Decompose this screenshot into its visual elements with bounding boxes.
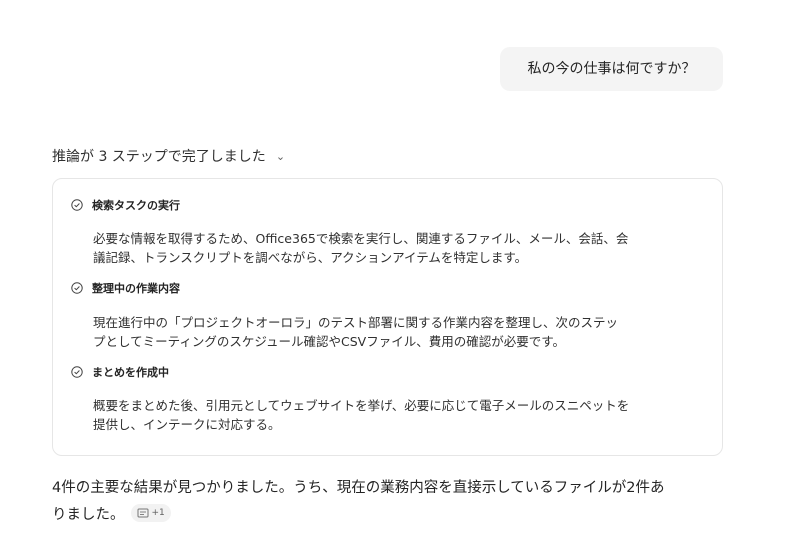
user-message-bubble: 私の今の仕事は何ですか？ — [500, 47, 723, 91]
assistant-response: 4件の主要な結果が見つかりました。うち、現在の業務内容を直接示しているファイルが… — [52, 475, 742, 529]
step-1-description: 必要な情報を取得するため、Office365で検索を実行し、関連するファイル、メ… — [93, 231, 629, 265]
citation-chip[interactable]: +1 — [130, 504, 171, 522]
response-line-1: 4件の主要な結果が見つかりました。うち、現在の業務内容を直接示しているファイルが… — [52, 480, 665, 496]
step-2-title: 整理中の作業内容 — [71, 280, 180, 296]
check-circle-icon — [71, 199, 83, 211]
check-circle-icon — [71, 282, 83, 294]
reasoning-toggle[interactable]: 推論が 3 ステップで完了しました ⌄ — [52, 144, 285, 168]
reasoning-summary: 推論が 3 ステップで完了しました — [52, 149, 266, 165]
document-icon — [137, 508, 148, 518]
check-circle-icon — [71, 366, 83, 378]
user-message-text: 私の今の仕事は何ですか？ — [527, 61, 696, 77]
step-3-title: まとめを作成中 — [71, 364, 169, 380]
reasoning-steps-card: 検索タスクの実行 必要な情報を取得するため、Office365で検索を実行し、関… — [52, 178, 723, 456]
chevron-down-icon: ⌄ — [275, 149, 286, 163]
step-1-title: 検索タスクの実行 — [71, 197, 180, 213]
citation-count: +1 — [151, 507, 165, 518]
response-line-2: りました。 +1 — [52, 502, 742, 529]
step-2-description: 現在進行中の「プロジェクトオーロラ」のテスト部署に関する作業内容を整理し、次のス… — [93, 315, 619, 349]
step-3-description: 概要をまとめた後、引用元としてウェブサイトを挙げ、必要に応じて電子メールのスニペ… — [93, 398, 630, 432]
